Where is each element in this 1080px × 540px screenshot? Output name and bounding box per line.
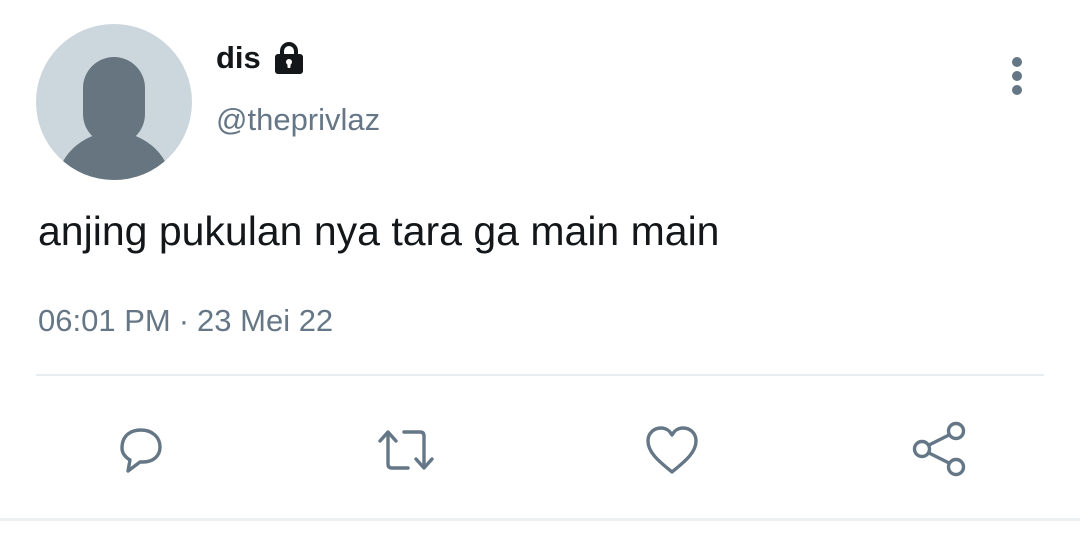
share-button[interactable] (908, 418, 972, 482)
meta-separator: · (178, 303, 190, 338)
reply-button[interactable] (108, 418, 172, 482)
divider (36, 374, 1044, 376)
tweet-timestamp[interactable]: 06:01 PM · 23 Mei 22 (38, 301, 333, 341)
display-name[interactable]: dis (216, 38, 261, 78)
tweet-time: 06:01 PM (38, 303, 171, 338)
lock-icon (271, 40, 307, 76)
more-options-button[interactable] (996, 52, 1038, 100)
vertical-ellipsis-icon (1012, 57, 1022, 95)
share-icon (912, 421, 966, 477)
tweet-date: 23 Mei 22 (197, 303, 334, 338)
heart-icon (646, 426, 698, 474)
retweet-button[interactable] (374, 418, 438, 482)
default-avatar-icon (36, 24, 192, 180)
bottom-divider (0, 518, 1080, 521)
author-handle[interactable]: @theprivlaz (216, 100, 380, 140)
author-name-row: dis (216, 38, 307, 78)
like-button[interactable] (640, 418, 704, 482)
retweet-icon (378, 430, 434, 470)
speech-bubble-icon (120, 428, 162, 473)
tweet-text: anjing pukulan nya tara ga main main (38, 208, 720, 254)
avatar[interactable] (36, 24, 192, 180)
